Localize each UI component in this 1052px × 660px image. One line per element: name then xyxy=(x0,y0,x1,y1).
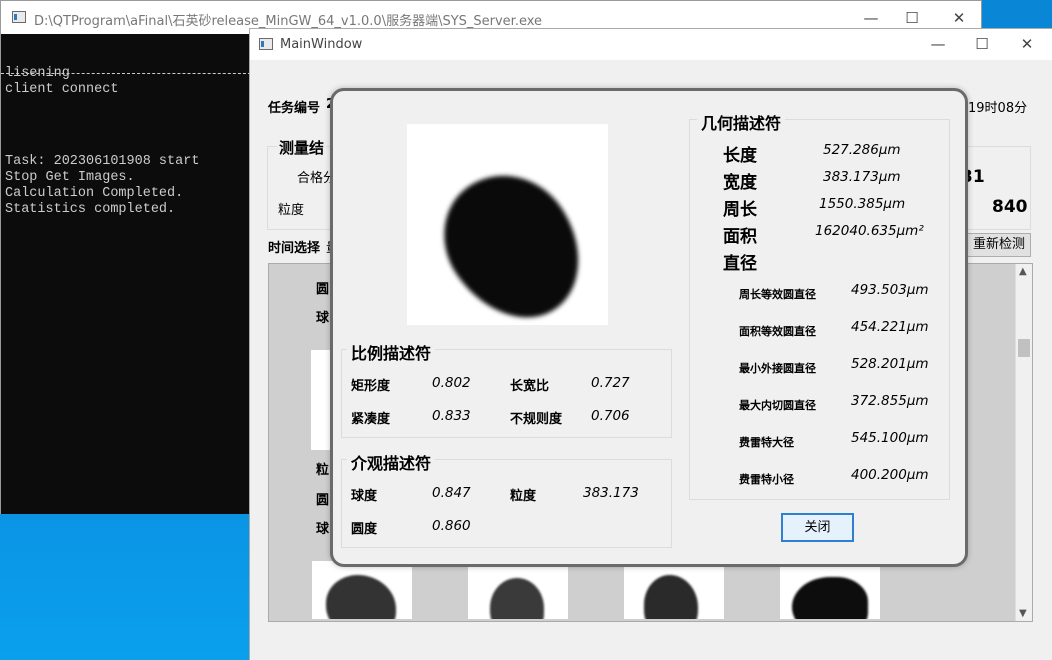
particle-thumbnail-4[interactable] xyxy=(780,561,880,619)
diameter-label-1: 周长等效圆直径 xyxy=(739,288,816,301)
ratio-title: 比例描述符 xyxy=(347,340,436,364)
compactness-value: 0.833 xyxy=(432,408,471,424)
roundness-label: 圆度 xyxy=(351,522,378,537)
dialog-close-label: 关闭 xyxy=(804,520,831,535)
measure-results-title: 测量结 xyxy=(277,137,327,158)
sphericity-value: 0.847 xyxy=(432,485,471,501)
granularity-label: 粒度 xyxy=(278,203,305,218)
scroll-down-arrow-icon[interactable]: ▼ xyxy=(1019,608,1027,619)
list-label-1: 圆 xyxy=(316,282,330,297)
console-minimize-button[interactable]: — xyxy=(861,9,881,27)
main-maximize-button[interactable]: ☐ xyxy=(972,35,992,53)
diameter-value-3: 528.201μm xyxy=(851,356,929,372)
console-lines-bottom: Task: 202306101908 start Stop Get Images… xyxy=(5,154,200,217)
meso-title: 介观描述符 xyxy=(347,450,436,474)
perimeter-value: 1550.385μm xyxy=(819,196,906,212)
rectangularity-value: 0.802 xyxy=(432,375,471,391)
particle-blob-3 xyxy=(644,575,698,619)
descriptor-dialog: 几何描述符 长度 527.286μm 宽度 383.173μm 周长 1550.… xyxy=(330,88,968,567)
task-number-label: 任务编号 xyxy=(268,101,321,116)
roundness-value: 0.860 xyxy=(432,518,471,534)
particle-blob-2 xyxy=(490,578,544,619)
diameter-label: 直径 xyxy=(723,254,757,274)
width-value: 383.173μm xyxy=(823,169,901,185)
diameter-label-4: 最大内切圆直径 xyxy=(739,399,816,412)
compactness-label: 紧凑度 xyxy=(351,412,391,427)
diameter-label-3: 最小外接圆直径 xyxy=(739,362,816,375)
redetect-button[interactable]: 重新检测 xyxy=(967,233,1031,257)
diameter-value-2: 454.221μm xyxy=(851,319,929,335)
diameter-value-4: 372.855μm xyxy=(851,393,929,409)
redetect-label: 重新检测 xyxy=(972,237,1025,252)
main-title: MainWindow xyxy=(280,37,363,52)
main-app-icon xyxy=(259,38,273,50)
main-titlebar[interactable]: MainWindow — ☐ ✕ xyxy=(250,29,1052,60)
geometric-title: 几何描述符 xyxy=(697,110,786,134)
console-close-button[interactable]: ✕ xyxy=(949,9,969,27)
particle-blob-1 xyxy=(326,575,396,619)
console-lines-top: lisening client connect xyxy=(5,66,119,97)
main-minimize-button[interactable]: — xyxy=(928,35,948,53)
console-title: D:\QTProgram\aFinal\石英砂release_MinGW_64_… xyxy=(34,14,543,29)
irregularity-label: 不规则度 xyxy=(510,412,563,427)
main-close-button[interactable]: ✕ xyxy=(1017,35,1037,53)
list-label-2: 球 xyxy=(316,311,330,326)
diameter-value-1: 493.503μm xyxy=(851,282,929,298)
particle-thumbnail-2[interactable] xyxy=(468,561,568,619)
dialog-close-button[interactable]: 关闭 xyxy=(781,513,854,542)
diameter-label-5: 费雷特大径 xyxy=(739,436,794,449)
list-label-5: 球 xyxy=(316,522,330,537)
irregularity-value: 0.706 xyxy=(591,408,630,424)
granularity-label-dialog: 粒度 xyxy=(510,489,537,504)
diameter-label-6: 费雷特小径 xyxy=(739,473,794,486)
console-app-icon xyxy=(12,11,26,23)
sphericity-label: 球度 xyxy=(351,489,378,504)
console-maximize-button[interactable]: ☐ xyxy=(902,9,922,27)
aspect-ratio-value: 0.727 xyxy=(591,375,630,391)
rectangularity-label: 矩形度 xyxy=(351,379,391,394)
list-label-4: 圆 xyxy=(316,493,330,508)
length-label: 长度 xyxy=(723,146,757,166)
console-separator xyxy=(1,73,251,74)
perimeter-label: 周长 xyxy=(723,200,757,220)
diameter-label-2: 面积等效圆直径 xyxy=(739,325,816,338)
width-label: 宽度 xyxy=(723,173,757,193)
area-value: 162040.635μm² xyxy=(815,223,924,239)
area-label: 面积 xyxy=(723,227,757,247)
time-select-label: 时间选择 xyxy=(268,241,321,256)
scroll-thumb[interactable] xyxy=(1018,339,1030,357)
particle-thumbnail-1[interactable] xyxy=(312,561,412,619)
task-time: 19时08分 xyxy=(968,101,1028,116)
aspect-ratio-label: 长宽比 xyxy=(510,379,550,394)
diameter-value-5: 545.100μm xyxy=(851,430,929,446)
scroll-up-arrow-icon[interactable]: ▲ xyxy=(1019,266,1027,277)
particle-thumbnail-3[interactable] xyxy=(624,561,724,619)
console-output: lisening client connect Task: 2023061019… xyxy=(1,34,251,514)
particle-blob-4 xyxy=(792,577,868,619)
particle-image xyxy=(407,124,608,325)
particle-shape xyxy=(419,150,607,325)
granularity-value-dialog: 383.173 xyxy=(583,485,639,501)
list-label-3: 粒 xyxy=(316,463,330,478)
count-value: 840 xyxy=(992,197,1028,217)
length-value: 527.286μm xyxy=(823,142,901,158)
diameter-value-6: 400.200μm xyxy=(851,467,929,483)
image-list-scrollbar[interactable]: ▲ ▼ xyxy=(1015,264,1032,621)
